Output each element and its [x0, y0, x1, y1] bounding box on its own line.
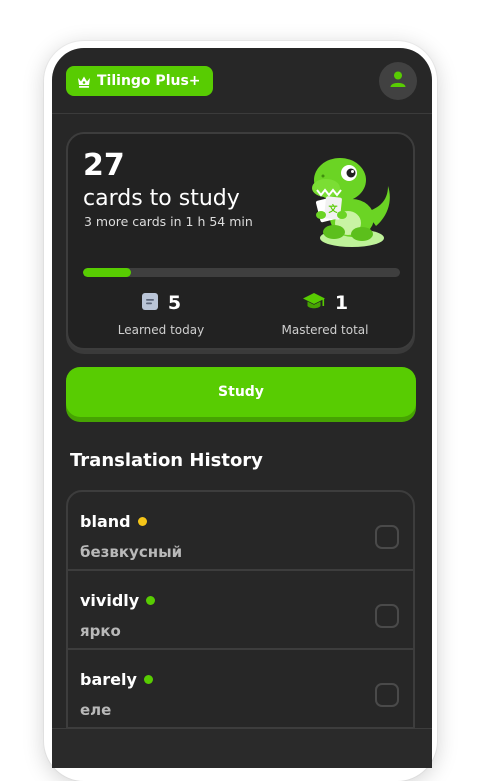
history-item[interactable]: bland безвкусный [68, 492, 413, 571]
study-progress-bar [83, 268, 400, 277]
cards-subtitle: cards to study [83, 186, 240, 211]
app-screen: Tilingo Plus+ 27 cards to study 3 more c… [52, 48, 432, 768]
history-item[interactable]: vividly ярко [68, 571, 413, 650]
history-title: Translation History [70, 450, 263, 471]
study-card: 27 cards to study 3 more cards in 1 h 54… [66, 132, 415, 350]
history-checkbox[interactable] [375, 604, 399, 628]
learned-today-label: Learned today [117, 323, 205, 337]
study-button[interactable]: Study [66, 367, 416, 417]
plus-subscription-button[interactable]: Tilingo Plus+ [66, 66, 213, 96]
svg-text:文: 文 [327, 203, 338, 215]
app-header: Tilingo Plus+ [52, 48, 432, 114]
translation-history-list: bland безвкусный vividly ярко barely еле [66, 490, 415, 768]
crown-icon [77, 75, 91, 88]
profile-avatar-button[interactable] [379, 62, 417, 100]
stat-mastered-total: 1 Mastered total [245, 291, 405, 337]
next-cards-note: 3 more cards in 1 h 54 min [84, 214, 253, 229]
learned-today-value: 5 [167, 292, 182, 314]
history-translation: ярко [80, 622, 121, 640]
graduation-cap-icon [302, 291, 326, 315]
bottom-bar [52, 728, 432, 768]
status-dot [143, 675, 153, 684]
status-dot [137, 517, 147, 526]
history-word: vividly [80, 591, 140, 610]
mastered-total-value: 1 [334, 292, 349, 314]
stat-learned-today: 5 Learned today [81, 291, 241, 337]
history-translation: еле [80, 701, 112, 719]
study-progress-fill [83, 268, 131, 277]
history-checkbox[interactable] [375, 525, 399, 549]
dinosaur-mascot-image: 文 [296, 152, 396, 252]
status-dot [146, 596, 156, 605]
history-item[interactable]: barely еле [68, 650, 413, 729]
flashcard-icon [141, 292, 159, 315]
history-checkbox[interactable] [375, 683, 399, 707]
plus-label: Tilingo Plus+ [97, 73, 201, 89]
history-word: barely [80, 670, 137, 689]
mastered-total-label: Mastered total [281, 323, 369, 337]
history-word: bland [80, 512, 131, 531]
cards-count: 27 [83, 148, 125, 183]
user-icon [389, 70, 407, 92]
history-translation: безвкусный [80, 543, 183, 561]
